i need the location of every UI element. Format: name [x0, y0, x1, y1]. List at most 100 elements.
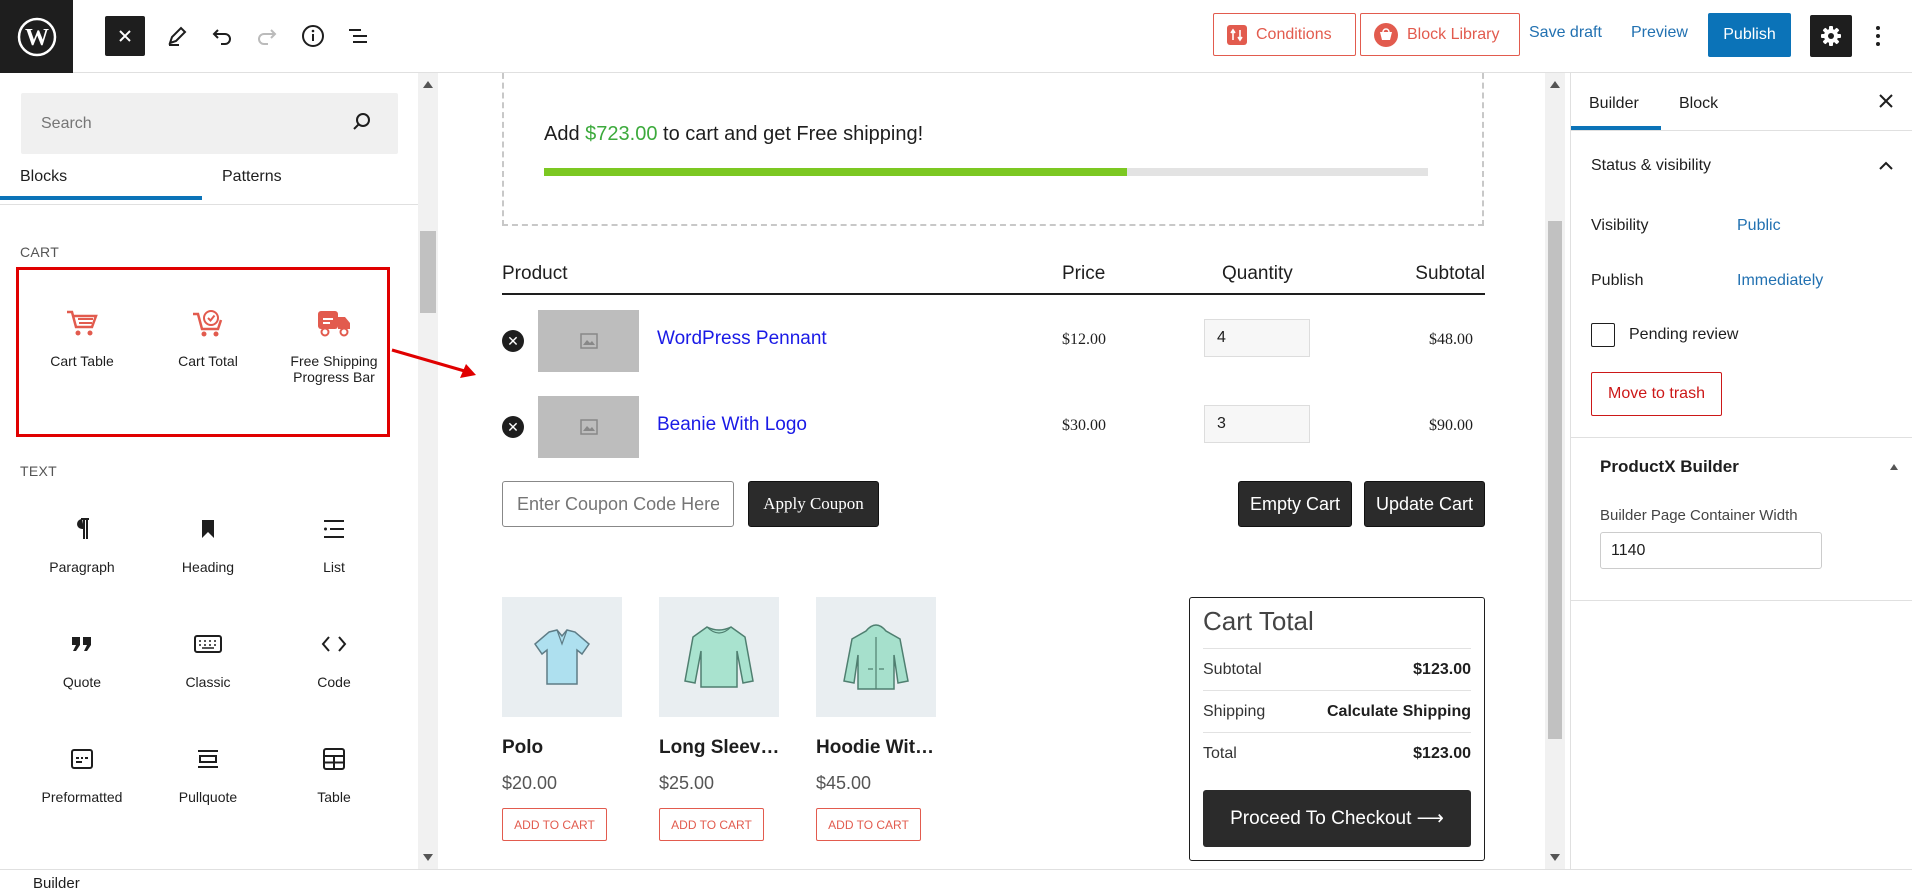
product-name-link[interactable]: Beanie With Logo: [657, 414, 807, 436]
edit-pencil-icon[interactable]: [157, 16, 197, 56]
more-options-icon[interactable]: [1866, 18, 1890, 54]
block-code[interactable]: Code: [272, 622, 396, 690]
product-image[interactable]: [502, 597, 622, 717]
save-draft-button[interactable]: Save draft: [1529, 24, 1602, 42]
publish-button[interactable]: Publish: [1708, 13, 1791, 57]
redo-icon: [247, 16, 287, 56]
quantity-input[interactable]: [1204, 405, 1310, 443]
code-icon: [321, 636, 347, 652]
block-preformatted[interactable]: Preformatted: [20, 737, 144, 805]
productx-builder-title[interactable]: ProductX Builder: [1600, 457, 1739, 477]
product-price: $30.00: [1062, 417, 1106, 434]
product-title[interactable]: Long Sleev…: [659, 737, 779, 759]
add-to-cart-button[interactable]: ADD TO CART: [502, 808, 607, 841]
cart-total-row-label: Shipping: [1203, 703, 1266, 720]
settings-gear-button[interactable]: [1810, 15, 1852, 57]
add-to-cart-button[interactable]: ADD TO CART: [659, 808, 764, 841]
close-sidebar-icon[interactable]: [1878, 93, 1894, 109]
canvas-scrollbar[interactable]: [1545, 73, 1565, 869]
block-quote[interactable]: Quote: [20, 622, 144, 690]
cart-total-row: Subtotal $123.00: [1203, 648, 1471, 690]
info-icon[interactable]: [293, 16, 333, 56]
update-cart-button[interactable]: Update Cart: [1364, 481, 1485, 527]
conditions-button[interactable]: Conditions: [1213, 13, 1356, 56]
cart-total-row: Total $123.00: [1203, 732, 1471, 774]
block-cart-table-label: Cart Table: [50, 353, 114, 369]
header-price: Price: [1062, 263, 1106, 284]
scroll-down-arrow-icon[interactable]: [423, 854, 433, 861]
scrollbar-thumb[interactable]: [1548, 221, 1562, 739]
proceed-to-checkout-button[interactable]: Proceed To Checkout ⟶: [1203, 790, 1471, 847]
product-card-price: $20.00: [502, 773, 558, 793]
coupon-code-input[interactable]: [502, 481, 734, 527]
block-quote-label: Quote: [62, 674, 102, 690]
quantity-input[interactable]: [1204, 319, 1310, 357]
wordpress-logo-icon[interactable]: W: [0, 0, 73, 73]
free-shipping-message: Add $723.00 to cart and get Free shippin…: [544, 123, 923, 146]
chevron-up-icon[interactable]: [1879, 161, 1893, 171]
scrollbar-thumb[interactable]: [420, 231, 436, 313]
block-library-button[interactable]: Block Library: [1360, 13, 1520, 56]
product-title[interactable]: Hoodie Wit…: [816, 737, 936, 759]
undo-icon[interactable]: [202, 16, 242, 56]
block-classic[interactable]: Classic: [146, 622, 270, 690]
product-card-price: $45.00: [816, 773, 872, 793]
block-list-label: List: [323, 559, 345, 575]
tab-patterns-label: Patterns: [222, 168, 282, 185]
footer-breadcrumb[interactable]: Builder: [33, 875, 80, 892]
collapse-caret-icon[interactable]: [1889, 463, 1899, 471]
product-name-link[interactable]: WordPress Pennant: [657, 328, 827, 350]
block-paragraph-label: Paragraph: [49, 559, 115, 575]
add-to-cart-button[interactable]: ADD TO CART: [816, 808, 921, 841]
tab-blocks-label: Blocks: [20, 168, 68, 185]
remove-item-icon[interactable]: ✕: [502, 330, 524, 352]
block-cart-total[interactable]: Cart Total: [146, 301, 270, 369]
scroll-up-arrow-icon[interactable]: [423, 81, 433, 88]
calculate-shipping-link[interactable]: Calculate Shipping: [1327, 703, 1471, 721]
sidebar-tab-block[interactable]: Block: [1679, 95, 1718, 113]
apply-coupon-button[interactable]: Apply Coupon: [748, 481, 879, 527]
free-shipping-progress-block[interactable]: Add $723.00 to cart and get Free shippin…: [502, 73, 1484, 226]
list-view-icon[interactable]: [338, 16, 378, 56]
block-table[interactable]: Table: [272, 737, 396, 805]
preformatted-icon: [71, 749, 93, 769]
block-list[interactable]: List: [272, 507, 396, 575]
container-width-input[interactable]: [1600, 532, 1822, 569]
publish-date-link[interactable]: Immediately: [1737, 272, 1823, 290]
scroll-down-arrow-icon[interactable]: [1550, 854, 1560, 861]
empty-cart-button[interactable]: Empty Cart: [1238, 481, 1352, 527]
product-image[interactable]: [816, 597, 936, 717]
settings-sidebar: Builder Block Status & visibility Visibi…: [1570, 73, 1912, 869]
tab-blocks[interactable]: Blocks: [0, 156, 202, 200]
cart-total-row: Shipping Calculate Shipping: [1203, 690, 1471, 732]
sidebar-tab-builder[interactable]: Builder: [1589, 95, 1639, 113]
block-paragraph[interactable]: Paragraph: [20, 507, 144, 575]
product-title[interactable]: Polo: [502, 737, 622, 759]
visibility-value-link[interactable]: Public: [1737, 217, 1781, 235]
status-visibility-title[interactable]: Status & visibility: [1591, 157, 1711, 175]
block-library-icon: [1374, 22, 1398, 47]
tab-patterns[interactable]: Patterns: [202, 156, 402, 200]
hoodie-icon: [843, 624, 909, 690]
preview-button[interactable]: Preview: [1631, 24, 1688, 42]
close-inserter-button[interactable]: [105, 16, 145, 56]
product-image[interactable]: [659, 597, 779, 717]
search-icon[interactable]: [352, 112, 372, 132]
block-heading[interactable]: Heading: [146, 507, 270, 575]
product-card: Long Sleev… $25.00 ADD TO CART: [659, 597, 779, 841]
cart-total-block[interactable]: Cart Total Subtotal $123.00 Shipping Cal…: [1189, 597, 1485, 861]
publish-label: Publish: [1591, 272, 1644, 289]
editor-canvas: Add $723.00 to cart and get Free shippin…: [438, 73, 1555, 869]
pending-review-label: Pending review: [1629, 326, 1739, 343]
remove-item-icon[interactable]: ✕: [502, 416, 524, 438]
block-library-label: Block Library: [1407, 25, 1500, 43]
scroll-up-arrow-icon[interactable]: [1550, 81, 1560, 88]
move-to-trash-button[interactable]: Move to trash: [1591, 372, 1722, 416]
sidebar-divider: [1571, 437, 1912, 438]
block-pullquote[interactable]: Pullquote: [146, 737, 270, 805]
search-input[interactable]: [41, 111, 331, 137]
block-cart-table[interactable]: Cart Table: [20, 301, 144, 369]
pending-review-checkbox[interactable]: [1591, 323, 1615, 347]
inserter-scrollbar[interactable]: [418, 73, 438, 869]
block-free-shipping-progress-bar[interactable]: Free Shipping Progress Bar: [272, 301, 396, 385]
